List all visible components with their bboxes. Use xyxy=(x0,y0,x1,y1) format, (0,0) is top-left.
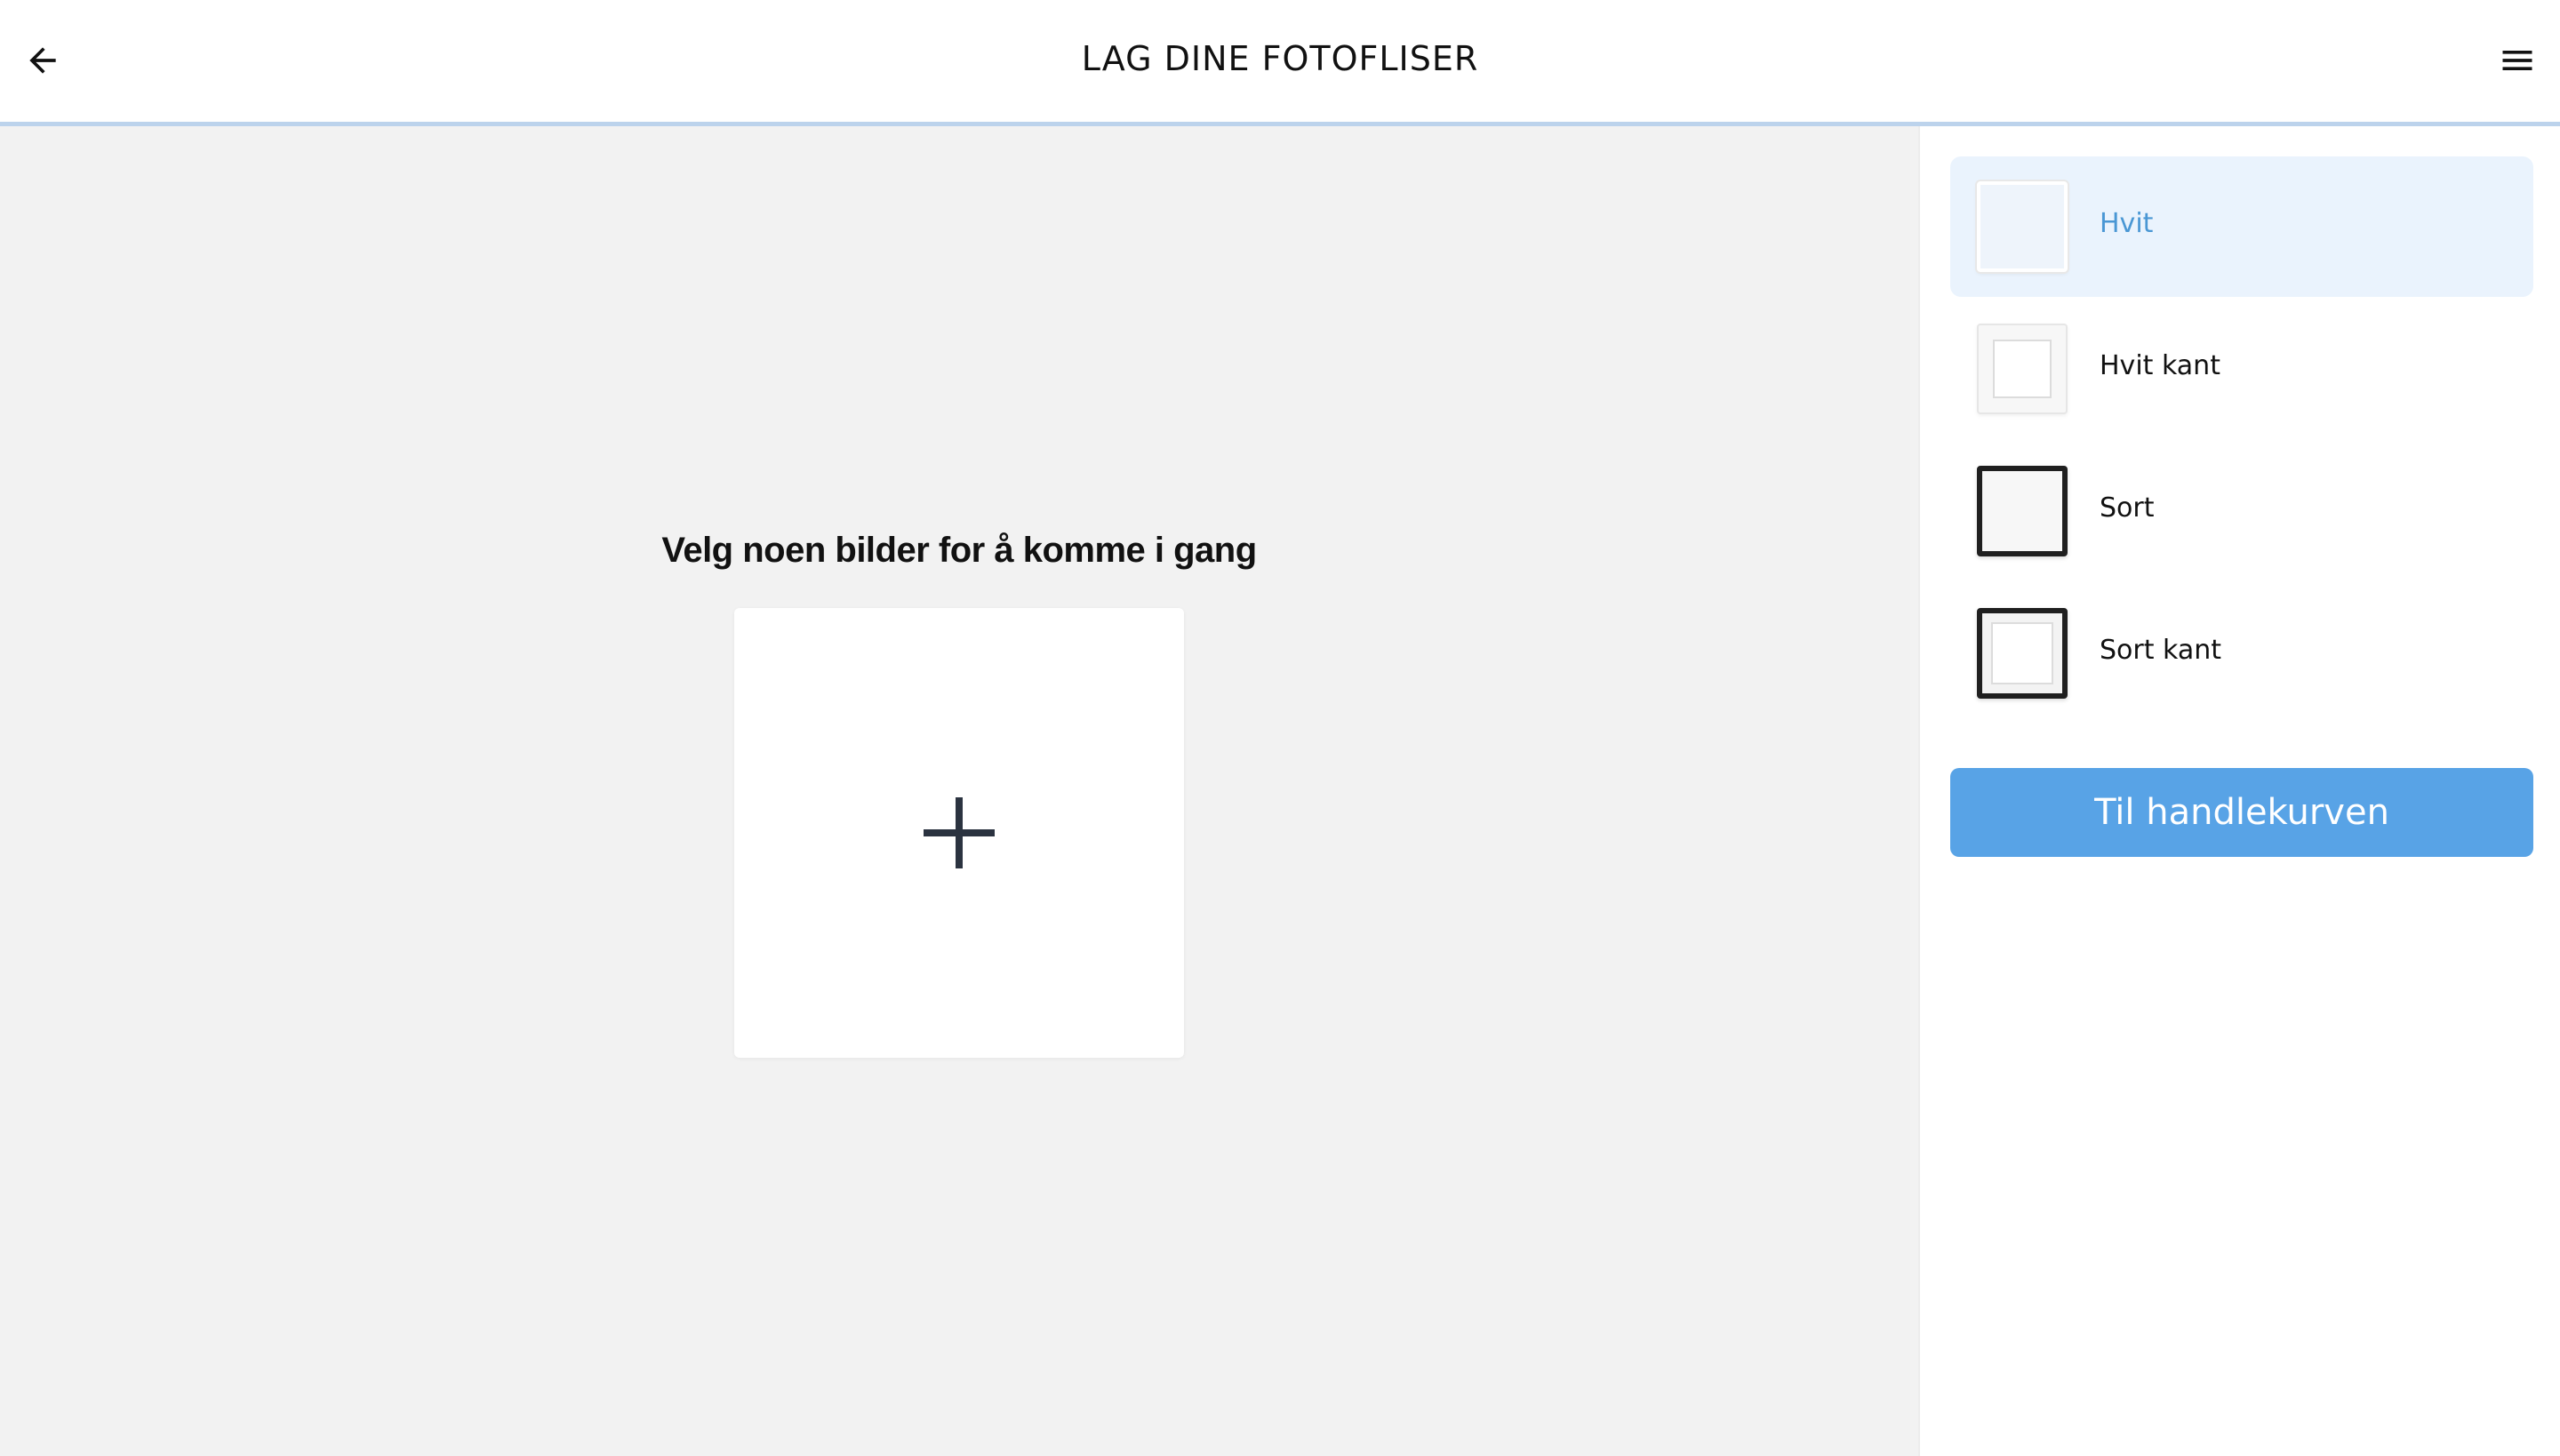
frame-option-hvit[interactable]: Hvit xyxy=(1950,156,2533,297)
black-frame-swatch xyxy=(1977,466,2068,556)
frame-options-panel: Hvit Hvit kant Sort Sort kant Til handle… xyxy=(1918,126,2560,1456)
go-to-cart-button[interactable]: Til handlekurven xyxy=(1950,768,2533,857)
frame-option-label: Sort xyxy=(2100,492,2155,524)
white-border-frame-swatch xyxy=(1977,324,2068,414)
white-frame-swatch xyxy=(1977,181,2068,272)
frame-option-label: Hvit kant xyxy=(2100,350,2220,381)
page-title: LAG DINE FOTOFLISER xyxy=(1081,39,1479,78)
frame-option-label: Sort kant xyxy=(2100,635,2222,666)
frame-option-sort-kant[interactable]: Sort kant xyxy=(1950,583,2533,724)
frame-option-label: Hvit xyxy=(2100,208,2154,239)
frame-option-hvit-kant[interactable]: Hvit kant xyxy=(1950,299,2533,439)
add-photos-button[interactable] xyxy=(734,608,1184,1058)
frame-option-sort[interactable]: Sort xyxy=(1950,441,2533,581)
tile-canvas: Velg noen bilder for å komme i gang xyxy=(0,126,1918,1456)
menu-button[interactable] xyxy=(2489,32,2546,89)
get-started-prompt: Velg noen bilder for å komme i gang xyxy=(661,531,1257,570)
top-bar: LAG DINE FOTOFLISER xyxy=(0,0,2560,126)
hamburger-menu-icon xyxy=(2502,51,2532,70)
plus-icon xyxy=(924,797,995,868)
black-border-frame-swatch xyxy=(1977,608,2068,699)
